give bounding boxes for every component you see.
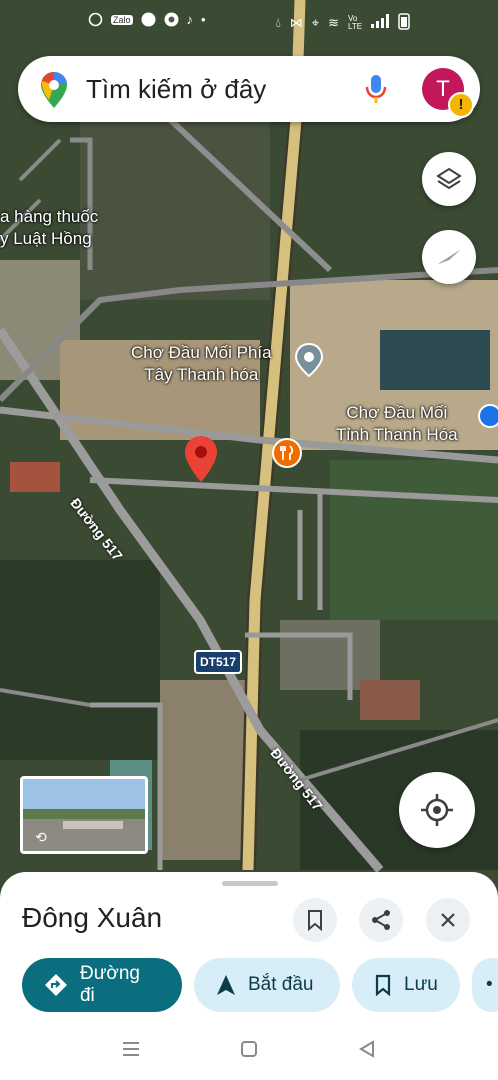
directions-label: Đường đi xyxy=(79,963,141,1006)
system-navigation-bar xyxy=(0,1022,498,1080)
bookmark-icon xyxy=(308,910,322,931)
recent-apps-icon[interactable] xyxy=(122,1041,140,1062)
location-pin-icon[interactable] xyxy=(183,434,219,484)
directions-icon xyxy=(44,974,67,996)
share-button[interactable] xyxy=(359,898,403,942)
chrome-icon xyxy=(164,12,179,27)
back-icon[interactable] xyxy=(358,1039,376,1063)
google-maps-logo-icon xyxy=(40,71,68,114)
wifi-icon: ≋ xyxy=(328,14,339,30)
navigation-arrow-icon xyxy=(217,975,235,995)
place-title: Đông Xuân xyxy=(22,902,163,933)
restaurant-marker-icon[interactable] xyxy=(271,437,303,469)
more-icon: • xyxy=(486,974,493,995)
start-label: Bắt đầu xyxy=(248,974,314,995)
more-actions-button[interactable]: • xyxy=(472,958,498,1012)
directions-button[interactable]: Đường đi xyxy=(22,958,182,1012)
poi-marker-gray[interactable] xyxy=(294,342,324,378)
my-location-button[interactable] xyxy=(399,772,475,848)
360-icon: ⟲ xyxy=(35,829,47,845)
start-button[interactable]: Bắt đầu xyxy=(194,958,340,1012)
street-view-thumbnail[interactable]: ⟲ xyxy=(20,776,148,854)
save-label: Lưu xyxy=(404,974,438,995)
close-icon xyxy=(441,913,455,927)
location-icon: ⌖ xyxy=(311,14,320,30)
layers-button[interactable] xyxy=(422,152,476,206)
facebook-icon xyxy=(141,12,156,27)
compass-button[interactable] xyxy=(422,230,476,284)
volte-icon: Vo LTE xyxy=(348,13,363,31)
search-bar[interactable]: Tìm kiếm ở đây T ! xyxy=(18,56,480,122)
tiktok-icon: ♪ xyxy=(186,12,194,27)
map-label-market-province[interactable]: Chợ Đầu Mối Tỉnh Thanh Hóa xyxy=(336,402,458,446)
messenger-icon xyxy=(88,12,103,27)
microphone-icon[interactable] xyxy=(364,73,388,110)
zalo-icon: Zalo xyxy=(111,14,133,25)
map-label-pharmacy[interactable]: a hàng thuốc y Luật Hồng xyxy=(0,206,98,250)
warning-badge: ! xyxy=(448,92,474,118)
crosshair-icon xyxy=(421,794,453,826)
home-icon[interactable] xyxy=(240,1040,258,1063)
road-shield-dt517: DT517 xyxy=(194,650,242,674)
status-bar: Zalo ♪ • 💧︎ ⋈ ⌖ ≋ Vo LTE xyxy=(0,0,498,44)
close-button[interactable] xyxy=(426,898,470,942)
drag-handle[interactable] xyxy=(222,881,278,886)
layers-icon xyxy=(436,167,462,190)
map-label-market-west[interactable]: Chợ Đầu Mối Phía Tây Thanh hóa xyxy=(131,342,272,386)
signal-icon xyxy=(371,14,389,31)
share-icon xyxy=(372,910,390,930)
dot-icon: • xyxy=(201,12,206,27)
battery-icon xyxy=(398,12,410,33)
search-input[interactable]: Tìm kiếm ở đây xyxy=(86,74,266,105)
bookmark-icon xyxy=(375,974,391,996)
save-button[interactable]: Lưu xyxy=(352,958,460,1012)
poi-marker-blue[interactable] xyxy=(478,404,498,434)
compass-icon xyxy=(438,250,460,264)
save-icon-button[interactable] xyxy=(293,898,337,942)
water-drop-icon: 💧︎ xyxy=(275,14,281,30)
vibrate-icon: ⋈ xyxy=(289,14,303,30)
